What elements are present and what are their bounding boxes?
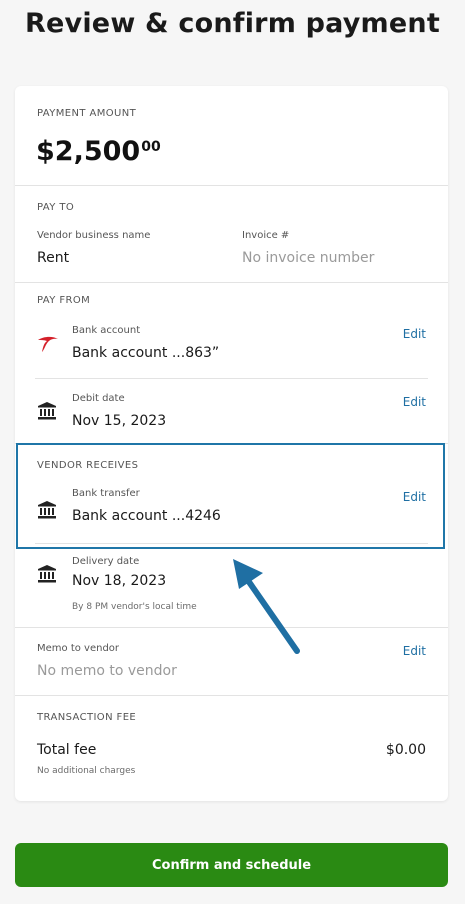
vendor-receives-highlight	[16, 443, 445, 549]
transaction-fee-section: TRANSACTION FEE Total fee $0.00 No addit…	[15, 696, 448, 800]
divider	[35, 378, 428, 379]
edit-memo-button[interactable]: Edit	[403, 644, 426, 658]
page-title: Review & confirm payment	[25, 8, 440, 39]
total-fee-hint: No additional charges	[37, 766, 136, 776]
debit-date-value: Nov 15, 2023	[72, 413, 167, 429]
bank-account-label: Bank account	[72, 325, 141, 336]
memo-placeholder: No memo to vendor	[37, 663, 177, 679]
arrow-annotation-icon	[233, 559, 300, 654]
debit-date-label: Debit date	[72, 393, 125, 404]
payment-amount: $2,50000	[36, 136, 161, 167]
delivery-date-text: Delivery date Nov 18, 2023 By 8 PM vendo…	[72, 556, 197, 613]
bank-building-icon	[38, 402, 56, 420]
vendor-name-field: Vendor business name Rent	[37, 230, 150, 266]
pay-to-section: PAY TO Vendor business name Rent Invoice…	[15, 186, 448, 283]
bank-account-value: Bank account ...863”	[72, 345, 220, 361]
invoice-label: Invoice #	[242, 230, 290, 241]
delivery-date-hint: By 8 PM vendor's local time	[72, 602, 197, 612]
bank-account-row: Bank account Bank account ...863” Edit	[37, 325, 426, 375]
delivery-date-label: Delivery date	[72, 556, 140, 567]
edit-bank-account-button[interactable]: Edit	[403, 327, 426, 341]
edit-debit-date-button[interactable]: Edit	[403, 395, 426, 409]
amount-cents: 00	[141, 139, 161, 155]
vendor-name-label: Vendor business name	[37, 230, 151, 241]
invoice-field: Invoice # No invoice number	[242, 230, 374, 266]
payment-amount-section: PAYMENT AMOUNT $2,50000	[15, 86, 448, 186]
total-fee-label: Total fee	[37, 742, 97, 758]
bank-account-text: Bank account Bank account ...863”	[72, 325, 219, 361]
memo-label: Memo to vendor	[37, 643, 120, 654]
confirm-and-schedule-button[interactable]: Confirm and schedule	[15, 843, 448, 887]
debit-date-row: Debit date Nov 15, 2023 Edit	[37, 393, 426, 438]
delivery-date-value: Nov 18, 2023	[72, 573, 167, 589]
total-fee-value: $0.00	[385, 742, 426, 758]
payment-amount-label: PAYMENT AMOUNT	[37, 108, 137, 119]
bank-logo-icon	[38, 336, 58, 352]
pay-to-label: PAY TO	[37, 202, 75, 213]
invoice-placeholder: No invoice number	[242, 250, 375, 266]
vendor-name-value: Rent	[37, 250, 70, 266]
pay-from-label: PAY FROM	[37, 295, 91, 306]
debit-date-text: Debit date Nov 15, 2023	[72, 393, 166, 429]
bank-building-icon	[38, 565, 56, 583]
transaction-fee-label: TRANSACTION FEE	[37, 712, 137, 723]
amount-dollars: $2,500	[36, 136, 141, 167]
pay-from-section: PAY FROM Bank account Bank account ...86…	[15, 283, 448, 443]
